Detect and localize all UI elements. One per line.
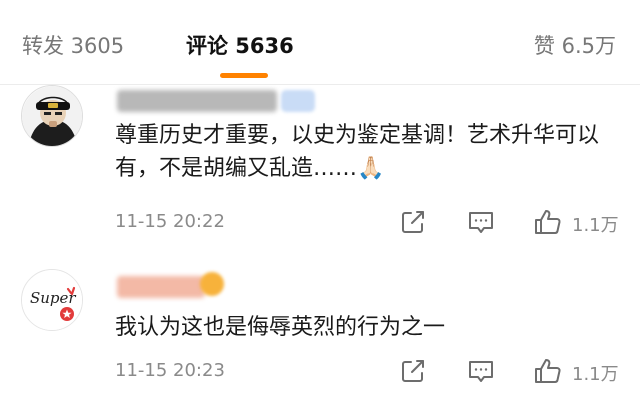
comment-meta: 11-15 20:23 1.1万 bbox=[0, 356, 640, 386]
user-badge-icon bbox=[281, 90, 315, 112]
thumbs-up-icon[interactable] bbox=[533, 207, 563, 237]
tab-repost[interactable]: 转发 3605 bbox=[22, 30, 124, 60]
user-badge-icon bbox=[200, 272, 224, 296]
like-count: 1.1万 bbox=[572, 364, 619, 385]
comment-time: 11-15 20:23 bbox=[115, 360, 225, 381]
comment-text: 我认为这也是侮辱英烈的行为之一 bbox=[115, 315, 446, 340]
tab-likes[interactable]: 赞 6.5万 bbox=[534, 30, 616, 60]
avatar[interactable] bbox=[21, 85, 83, 147]
thumbs-up-icon[interactable] bbox=[533, 356, 563, 386]
reply-icon[interactable] bbox=[466, 207, 496, 237]
username-blurred[interactable] bbox=[117, 90, 277, 112]
tab-comments[interactable]: 评论 5636 bbox=[186, 30, 294, 60]
comment-time: 11-15 20:22 bbox=[115, 211, 225, 232]
comment-item: 尊重历史才重要，以史为鉴定基调！艺术升华可以有，不是胡编又乱造……🙏🏻 11-1… bbox=[0, 85, 640, 245]
comment-meta: 11-15 20:22 1.1万 bbox=[0, 207, 640, 237]
share-icon[interactable] bbox=[398, 356, 428, 386]
comment-item: Super 我认为这也是侮辱英烈的行为之一 11-15 20:23 1.1万 bbox=[0, 260, 640, 420]
comment-tabs: 转发 3605 评论 5636 赞 6.5万 bbox=[0, 0, 640, 84]
avatar[interactable]: Super bbox=[21, 269, 83, 331]
comment-text: 尊重历史才重要，以史为鉴定基调！艺术升华可以有，不是胡编又乱造……🙏🏻 bbox=[115, 123, 600, 181]
reply-icon[interactable] bbox=[466, 356, 496, 386]
active-tab-indicator bbox=[220, 73, 268, 78]
share-icon[interactable] bbox=[398, 207, 428, 237]
username-blurred[interactable] bbox=[117, 276, 205, 298]
like-count: 1.1万 bbox=[572, 215, 619, 236]
